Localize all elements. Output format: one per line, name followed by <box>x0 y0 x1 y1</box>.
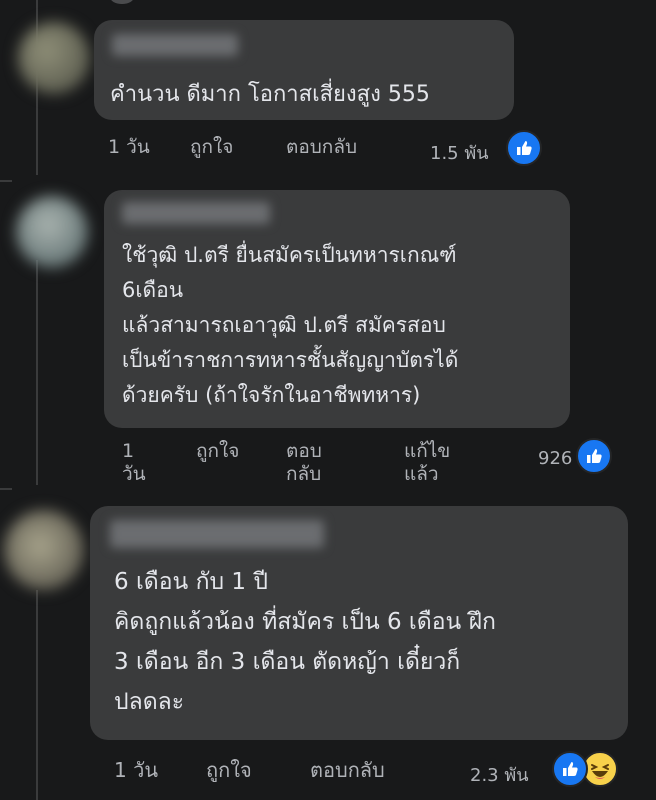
like-button[interactable]: ถูกใจ <box>196 440 239 463</box>
comment-text: คำนวน ดีมาก โอกาสเสี่ยงสูง 555 <box>110 82 430 107</box>
thread-divider <box>0 488 12 490</box>
thread-line <box>36 260 38 485</box>
avatar[interactable] <box>4 510 84 590</box>
like-button[interactable]: ถูกใจ <box>206 758 252 782</box>
avatar[interactable] <box>16 196 88 268</box>
comment-bubble: คำนวน ดีมาก โอกาสเสี่ยงสูง 555 <box>94 20 514 120</box>
thread-line <box>36 590 38 800</box>
like-icon <box>506 130 542 166</box>
reaction-count[interactable]: 926 <box>538 448 572 469</box>
author-name[interactable] <box>112 34 238 56</box>
reaction-count[interactable]: 1.5 พัน <box>430 138 489 167</box>
reply-button[interactable]: ตอบกลับ <box>310 758 385 782</box>
reaction-count[interactable]: 2.3 พัน <box>470 760 529 789</box>
reply-button[interactable]: ตอบกลับ <box>286 440 342 486</box>
avatar[interactable] <box>18 22 90 94</box>
like-button[interactable]: ถูกใจ <box>190 136 233 159</box>
comment-text: 6 เดือน กับ 1 ปี คิดถูกแล้วน้อง ที่สมัคร… <box>114 569 496 715</box>
author-name[interactable] <box>122 202 270 224</box>
timestamp[interactable]: 1 วัน <box>122 440 150 486</box>
comment-bubble: ใช้วุฒิ ป.ตรี ยื่นสมัครเป็นทหารเกณฑ์ 6เด… <box>104 190 570 428</box>
author-name[interactable] <box>110 520 324 548</box>
comment-bubble: 6 เดือน กับ 1 ปี คิดถูกแล้วน้อง ที่สมัคร… <box>90 506 628 740</box>
timestamp[interactable]: 1 วัน <box>108 136 150 159</box>
cropped-icon <box>110 0 134 4</box>
like-icon <box>552 751 588 787</box>
comment-text: ใช้วุฒิ ป.ตรี ยื่นสมัครเป็นทหารเกณฑ์ 6เด… <box>122 243 459 407</box>
thread-divider <box>0 180 12 182</box>
edited-label: แก้ไขแล้ว <box>404 440 451 485</box>
timestamp[interactable]: 1 วัน <box>114 758 158 782</box>
reply-button[interactable]: ตอบกลับ <box>286 136 357 159</box>
like-icon <box>576 438 612 474</box>
